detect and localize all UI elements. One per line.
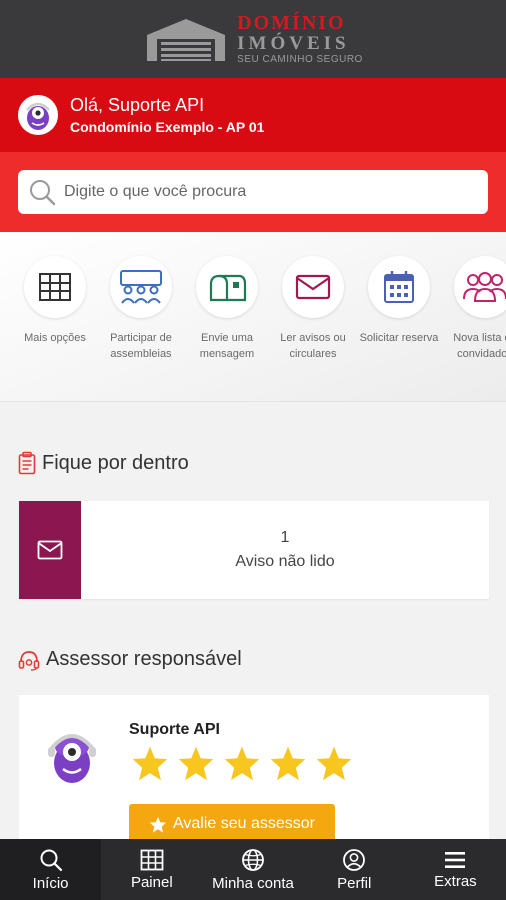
search-input[interactable]: [64, 183, 464, 201]
star-icon[interactable]: [223, 745, 261, 781]
bottom-nav: Início Painel Minha conta Perfil Extras: [0, 839, 506, 900]
nav-label: Extras: [434, 872, 477, 890]
shortcut-label: Envie uma mensagem: [199, 332, 255, 360]
nav-minha-conta[interactable]: Minha conta: [202, 839, 303, 900]
shortcut-label: Mais opções: [24, 332, 86, 344]
nav-extras[interactable]: Extras: [405, 839, 506, 900]
advisor-card: Suporte API Avalie seu assessor: [19, 695, 489, 855]
star-icon[interactable]: [131, 745, 169, 781]
user-icon: [343, 848, 366, 871]
envelope-icon: [295, 274, 331, 300]
headset-icon: [18, 650, 40, 671]
shortcut-guest-list[interactable]: Nova lista de convidados: [442, 256, 506, 362]
nav-label: Início: [32, 874, 69, 892]
brand-name: DOMÍNIO: [237, 12, 346, 34]
star-icon[interactable]: [177, 745, 215, 781]
brand-logo: DOMÍNIO IMÓVEIS SEU CAMINHO SEGURO: [143, 13, 363, 65]
nav-label: Minha conta: [212, 874, 294, 892]
globe-icon: [242, 848, 264, 871]
star-icon[interactable]: [315, 745, 353, 781]
mailbox-icon: [209, 274, 247, 302]
stay-informed-title: Fique por dentro: [18, 451, 189, 475]
advisor-name: Suporte API: [129, 721, 220, 738]
shortcut-send-message[interactable]: Envie uma mensagem: [184, 256, 270, 362]
avatar[interactable]: [18, 95, 58, 135]
monster-avatar-icon: [48, 734, 96, 783]
advisor-title: Assessor responsável: [18, 648, 242, 671]
envelope-icon: [37, 540, 63, 560]
nav-inicio[interactable]: Início: [0, 839, 102, 900]
calendar-icon: [384, 271, 414, 303]
nav-label: Perfil: [337, 874, 372, 892]
search-band: [0, 152, 506, 232]
clipboard-icon: [18, 451, 36, 475]
grid-icon: [39, 273, 71, 301]
nav-painel[interactable]: Painel: [101, 839, 202, 900]
shortcut-label: Nova lista de convidados: [453, 332, 506, 360]
brand-tagline: SEU CAMINHO SEGURO: [237, 54, 363, 65]
search-icon: [40, 849, 62, 871]
shortcut-assemblies[interactable]: Participar de assembleias: [98, 256, 184, 362]
shortcut-label: Participar de assembleias: [110, 332, 172, 360]
advisor-rating[interactable]: [131, 745, 353, 781]
shortcut-label: Ler avisos ou circulares: [280, 332, 346, 360]
shortcuts-row[interactable]: Mais opções Participar de assembleias En: [0, 232, 506, 402]
guests-icon: [463, 272, 506, 302]
user-condo[interactable]: Condomínio Exemplo - AP 01: [70, 117, 264, 137]
shortcut-label: Solicitar reserva: [359, 332, 439, 344]
user-bar: Olá, Suporte API Condomínio Exemplo - AP…: [0, 78, 506, 152]
user-greeting: Olá, Suporte API: [70, 95, 205, 115]
shortcut-request-reservation[interactable]: Solicitar reserva: [356, 256, 442, 346]
shortcut-more-options[interactable]: Mais opções: [12, 256, 98, 346]
notice-count: 1: [280, 529, 290, 546]
shortcut-read-notices[interactable]: Ler avisos ou circulares: [270, 256, 356, 362]
star-icon: [149, 816, 167, 833]
unread-notice-card[interactable]: 1 Aviso não lido: [19, 501, 489, 599]
search-box[interactable]: [18, 170, 488, 214]
brand-subname: IMÓVEIS: [237, 33, 350, 54]
people-group-icon: [120, 270, 162, 304]
star-icon[interactable]: [269, 745, 307, 781]
menu-icon: [445, 851, 466, 868]
search-icon: [30, 180, 56, 206]
nav-label: Painel: [130, 873, 173, 891]
nav-perfil[interactable]: Perfil: [304, 839, 405, 900]
grid-icon: [140, 849, 164, 870]
rate-advisor-button[interactable]: Avalie seu assessor: [129, 804, 335, 844]
top-header: DOMÍNIO IMÓVEIS SEU CAMINHO SEGURO: [0, 0, 506, 78]
notice-label: Aviso não lido: [235, 553, 335, 570]
monster-avatar-icon: [26, 102, 50, 130]
house-logo-icon: [147, 19, 226, 61]
